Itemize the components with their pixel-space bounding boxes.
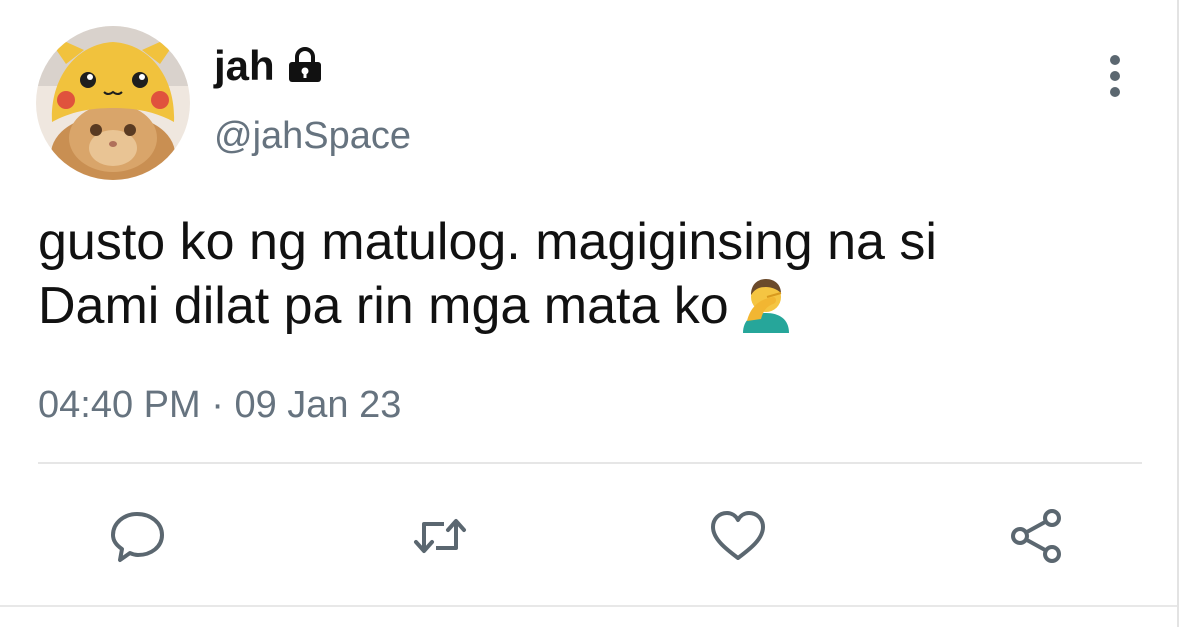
- like-button[interactable]: [708, 506, 768, 566]
- display-name[interactable]: jah: [214, 40, 325, 92]
- share-icon: [1011, 509, 1061, 563]
- more-options-icon[interactable]: [1098, 52, 1132, 102]
- lock-icon: [285, 46, 325, 86]
- tweet-text-line-2-text: Dami dilat pa rin mga mata ko: [38, 277, 729, 335]
- reply-icon: [111, 512, 164, 562]
- user-handle[interactable]: @jahSpace: [214, 113, 411, 159]
- tweet-text-line-2: Dami dilat pa rin mga mata ko: [38, 274, 1138, 338]
- tweet-time: 04:40 PM: [38, 384, 201, 426]
- divider: [38, 462, 1142, 464]
- timestamp-separator: ·: [211, 384, 224, 426]
- tweet-card: jah @jahSpace gusto ko ng matulog. magig…: [0, 0, 1179, 606]
- card-bottom-border: [0, 605, 1179, 607]
- reply-button[interactable]: [108, 506, 168, 566]
- tweet-text-line-1: gusto ko ng matulog. magiginsing na si: [38, 213, 937, 271]
- share-button[interactable]: [1006, 506, 1066, 566]
- tweet-text: gusto ko ng matulog. magiginsing na si D…: [38, 210, 1138, 338]
- display-name-text: jah: [214, 42, 275, 89]
- tweet-timestamp[interactable]: 04:40 PM · 09 Jan 23: [38, 382, 401, 428]
- retweet-icon: [414, 519, 466, 553]
- avatar[interactable]: [36, 26, 190, 180]
- tweet-date: 09 Jan 23: [234, 384, 402, 426]
- facepalm-emoji-icon: [737, 275, 795, 333]
- retweet-button[interactable]: [410, 506, 470, 566]
- like-icon: [711, 511, 765, 560]
